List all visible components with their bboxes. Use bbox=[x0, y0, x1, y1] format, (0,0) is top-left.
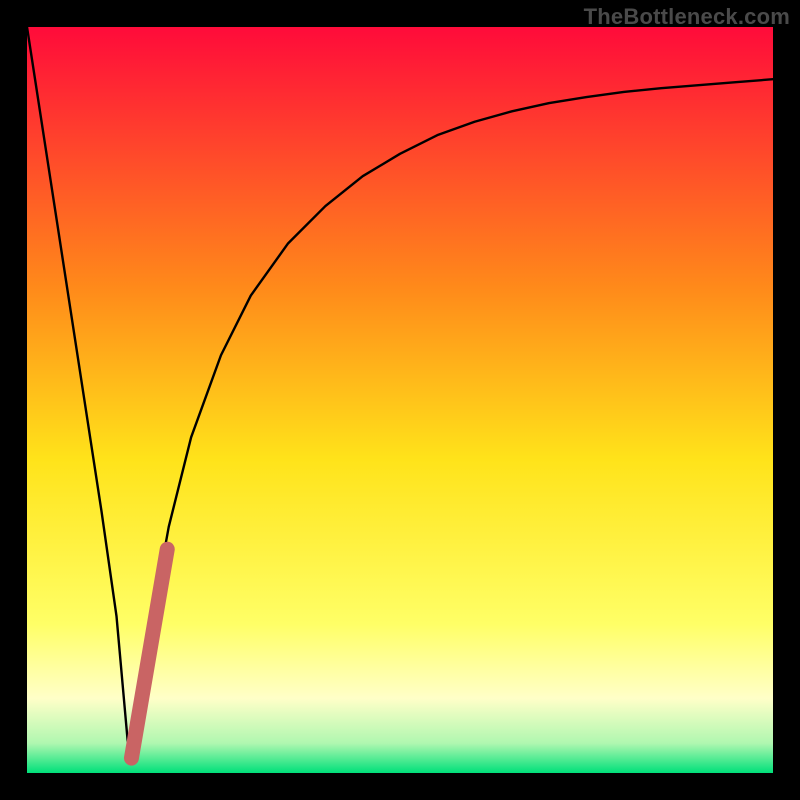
plot-area bbox=[27, 27, 773, 773]
chart-frame: TheBottleneck.com bbox=[0, 0, 800, 800]
gradient-background bbox=[27, 27, 773, 773]
chart-svg bbox=[27, 27, 773, 773]
